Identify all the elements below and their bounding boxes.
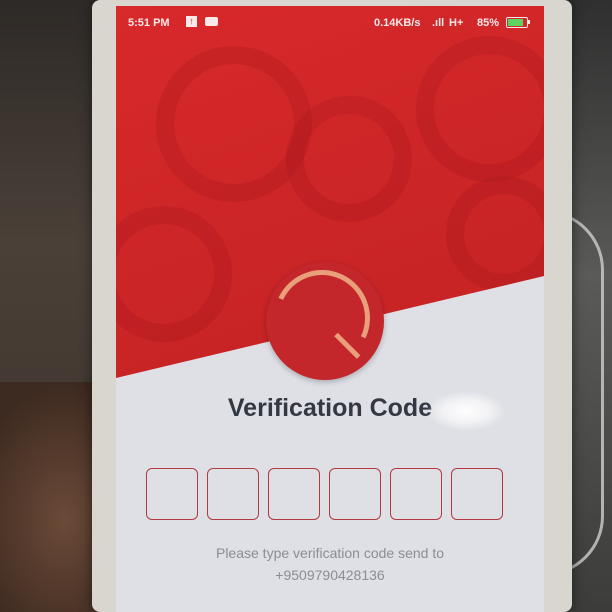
decorative-pattern: [116, 206, 232, 342]
code-digit-input[interactable]: [451, 468, 503, 520]
code-digit-input[interactable]: [207, 468, 259, 520]
phone-screen: 5:51 PM ↑ 0.14KB/s .ıll H+ 85% Verificat…: [116, 6, 544, 612]
message-icon: [205, 17, 218, 26]
code-digit-input[interactable]: [329, 468, 381, 520]
screen-glare: [426, 391, 506, 431]
status-bar: 5:51 PM ↑ 0.14KB/s .ıll H+ 85%: [116, 6, 544, 32]
code-digit-input[interactable]: [146, 468, 198, 520]
verification-code-inputs: [146, 468, 516, 522]
network-type: H+: [449, 17, 464, 29]
signal-icon: .ıll: [432, 17, 445, 29]
network-speed: 0.14KB/s: [374, 17, 421, 29]
decorative-pattern: [416, 36, 544, 182]
upload-icon: ↑: [186, 16, 197, 27]
battery-tip: [528, 20, 530, 24]
status-time: 5:51 PM: [128, 17, 170, 29]
phone-number: +9509790428136: [275, 567, 385, 583]
hint-line: Please type verification code send to: [215, 545, 445, 561]
battery-fill: [508, 19, 523, 26]
code-digit-input[interactable]: [268, 468, 320, 520]
battery-icon: [506, 17, 528, 28]
battery-percent: 85%: [477, 17, 500, 29]
code-digit-input[interactable]: [390, 468, 442, 520]
decorative-pattern: [286, 96, 412, 222]
app-logo-icon: [260, 256, 384, 380]
decorative-pattern: [446, 176, 544, 292]
hint-text: Please type verification code send to +9…: [116, 542, 544, 586]
